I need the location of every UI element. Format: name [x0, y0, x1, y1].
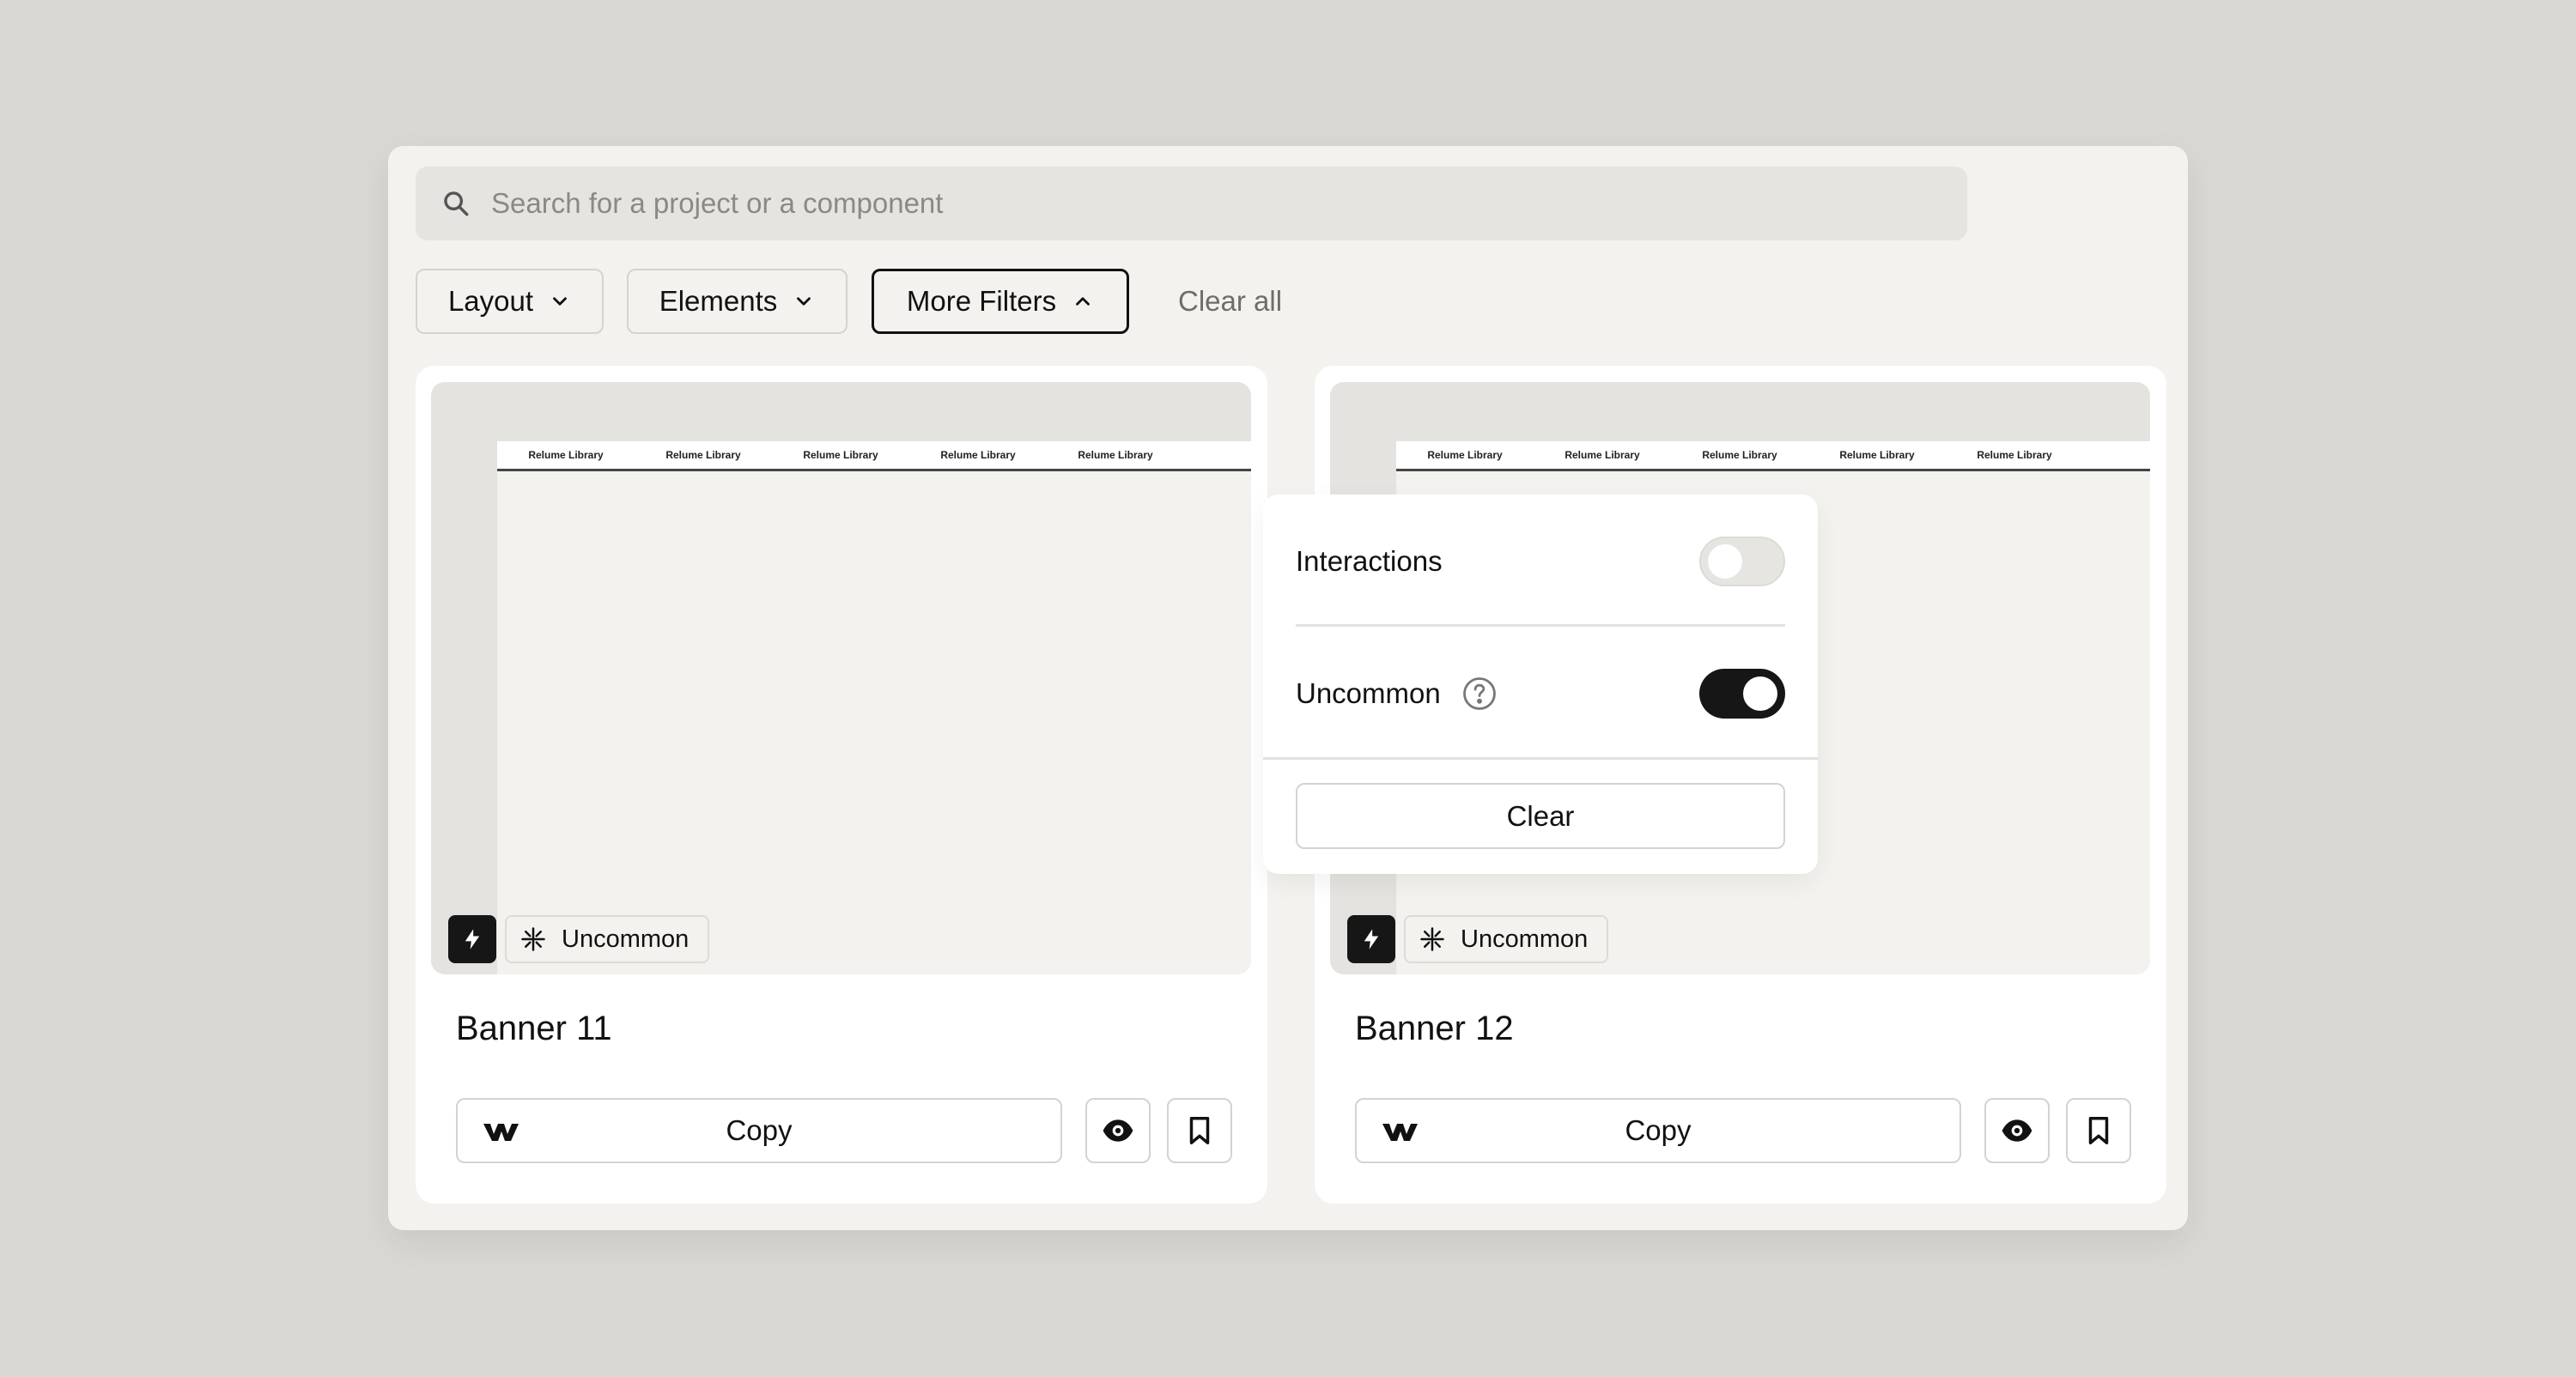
uncommon-toggle[interactable]	[1699, 669, 1785, 719]
copy-button[interactable]: Copy	[1355, 1098, 1961, 1163]
card-title: Banner 11	[456, 1010, 612, 1047]
copy-button[interactable]: Copy	[456, 1098, 1062, 1163]
divider	[1263, 757, 1818, 760]
card-preview[interactable]: Relume Library Relume Library Relume Lib…	[431, 382, 1251, 974]
preview-nav-item: Relume Library	[1839, 449, 1915, 461]
search-bar[interactable]	[416, 167, 1967, 240]
uncommon-badge-label: Uncommon	[1461, 925, 1589, 953]
search-input[interactable]	[491, 187, 1865, 220]
chevron-down-icon	[553, 297, 567, 306]
preview-nav-item: Relume Library	[940, 449, 1016, 461]
library-panel: Layout Elements More Filters Clear all R…	[388, 146, 2188, 1230]
card-title: Banner 12	[1355, 1010, 1514, 1047]
preview-nav-item: Relume Library	[1977, 449, 2052, 461]
sparkle-icon	[521, 927, 545, 951]
copy-button-label: Copy	[1625, 1114, 1692, 1146]
layout-filter-label: Layout	[447, 285, 534, 317]
lightning-icon	[465, 929, 480, 949]
elements-filter-button[interactable]: Elements	[627, 269, 848, 334]
preview-nav-item: Relume Library	[1078, 449, 1153, 461]
bookmark-icon	[1189, 1117, 1210, 1144]
uncommon-filter-row: Uncommon	[1296, 668, 1785, 719]
webflow-icon	[1382, 1124, 1418, 1141]
interaction-badge	[1347, 915, 1395, 963]
lightning-icon	[1364, 929, 1379, 949]
interactions-toggle[interactable]	[1699, 537, 1785, 586]
component-card[interactable]: Relume Library Relume Library Relume Lib…	[416, 366, 1267, 1204]
preview-navbar: Relume Library Relume Library Relume Lib…	[1396, 441, 2150, 471]
more-filters-dropdown: Interactions Uncommon Clear	[1263, 494, 1818, 874]
preview-nav-item: Relume Library	[1427, 449, 1503, 461]
preview-navbar: Relume Library Relume Library Relume Lib…	[497, 441, 1251, 471]
interactions-label: Interactions	[1296, 545, 1443, 577]
uncommon-badge: Uncommon	[505, 915, 710, 963]
bookmark-icon	[2088, 1117, 2109, 1144]
bookmark-button[interactable]	[2066, 1098, 2131, 1163]
chevron-down-icon	[797, 297, 811, 306]
sparkle-icon	[1420, 927, 1444, 951]
copy-button-label: Copy	[726, 1114, 793, 1146]
interaction-badge	[448, 915, 496, 963]
preview-nav-item: Relume Library	[803, 449, 878, 461]
toggle-knob	[1708, 544, 1742, 579]
preview-nav-item: Relume Library	[528, 449, 604, 461]
interactions-filter-row: Interactions	[1296, 536, 1785, 587]
eye-icon	[1103, 1119, 1133, 1142]
preview-page: Relume Library Relume Library Relume Lib…	[497, 441, 1251, 974]
preview-nav-item: Relume Library	[1564, 449, 1640, 461]
elements-filter-label: Elements	[659, 285, 778, 317]
clear-filters-button[interactable]: Clear	[1296, 783, 1785, 849]
preview-nav-item: Relume Library	[665, 449, 741, 461]
toggle-knob	[1743, 676, 1777, 711]
preview-nav-item: Relume Library	[1702, 449, 1777, 461]
uncommon-badge: Uncommon	[1404, 915, 1609, 963]
webflow-icon	[483, 1124, 519, 1141]
preview-button[interactable]	[1085, 1098, 1151, 1163]
help-icon[interactable]	[1461, 676, 1498, 712]
uncommon-label: Uncommon	[1296, 677, 1441, 709]
preview-button[interactable]	[1984, 1098, 2050, 1163]
layout-filter-button[interactable]: Layout	[416, 269, 604, 334]
divider	[1296, 624, 1785, 627]
search-icon	[444, 191, 469, 216]
uncommon-badge-label: Uncommon	[562, 925, 690, 953]
clear-all-link[interactable]: Clear all	[1178, 269, 1282, 334]
bookmark-button[interactable]	[1167, 1098, 1232, 1163]
more-filters-label: More Filters	[906, 285, 1057, 317]
eye-icon	[2002, 1119, 2032, 1142]
more-filters-button[interactable]: More Filters	[872, 269, 1129, 334]
chevron-up-icon	[1076, 297, 1091, 306]
